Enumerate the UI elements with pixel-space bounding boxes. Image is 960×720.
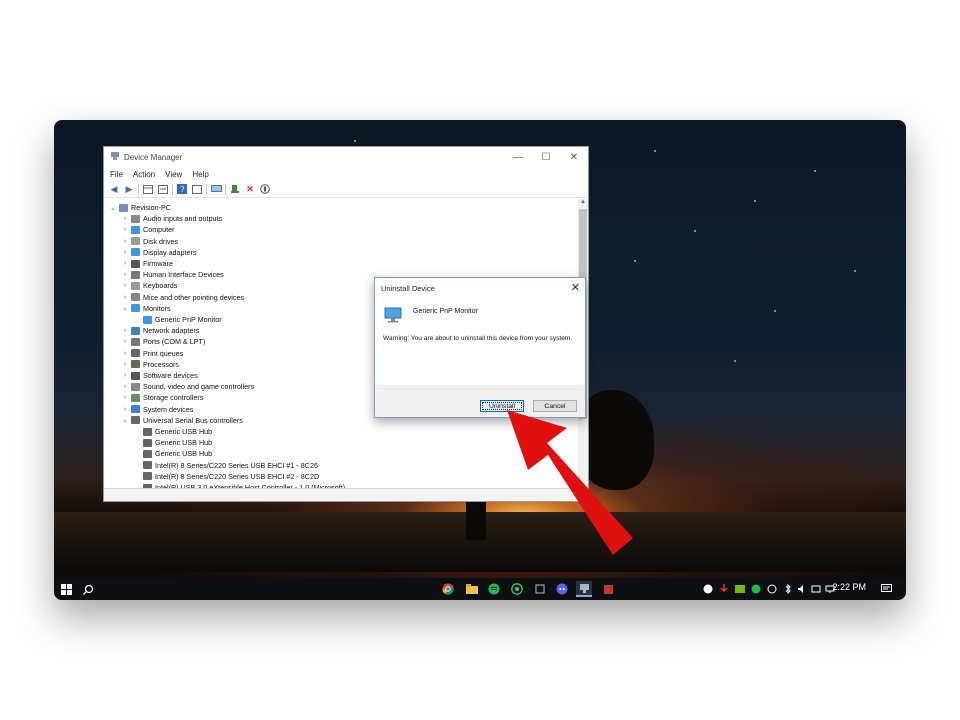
red-arrow-annotation [507,410,633,555]
